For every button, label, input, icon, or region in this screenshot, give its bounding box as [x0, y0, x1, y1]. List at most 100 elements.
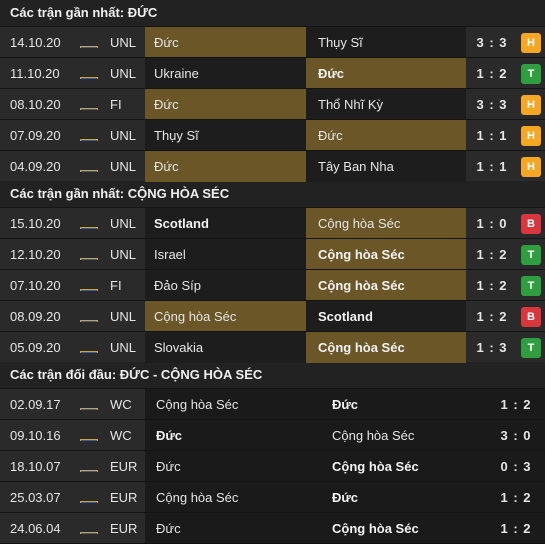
section-title: Các trận gần nhất: CỘNG HÒA SÉC: [0, 181, 545, 207]
away-team[interactable]: Cộng hòa Séc: [306, 239, 466, 270]
result-badge: H: [521, 95, 541, 115]
match-row[interactable]: 07.09.20 UNL Thụy Sĩ Đức 1 : 1H: [0, 119, 545, 151]
match-row[interactable]: 04.09.20 UNL Đức Tây Ban Nha 1 : 1H: [0, 150, 545, 182]
match-row[interactable]: 24.06.04 EUR Đức Cộng hòa Séc 1 : 2: [0, 512, 545, 543]
away-team[interactable]: Đức: [306, 120, 466, 151]
home-team[interactable]: Cộng hòa Séc: [145, 389, 306, 420]
match-score[interactable]: 3 : 0: [490, 420, 542, 451]
league-code[interactable]: UNL: [110, 58, 150, 89]
result-badge: B: [521, 214, 541, 234]
world-flag-icon: [80, 99, 98, 110]
league-code[interactable]: UNL: [110, 208, 150, 239]
match-score[interactable]: 0 : 3: [490, 451, 542, 482]
league-code[interactable]: FI: [110, 89, 150, 120]
away-team[interactable]: Thụy Sĩ: [306, 27, 466, 58]
match-date: 05.09.20: [10, 340, 61, 355]
world-flag-icon: [80, 280, 98, 291]
match-score[interactable]: 1 : 2: [466, 301, 518, 332]
away-team[interactable]: Scotland: [306, 301, 466, 332]
home-team[interactable]: Israel: [145, 239, 306, 270]
away-team[interactable]: Cộng hòa Séc: [322, 451, 482, 482]
away-team[interactable]: Cộng hòa Séc: [306, 208, 466, 239]
match-score[interactable]: 1 : 2: [490, 389, 542, 420]
away-team[interactable]: Đức: [322, 482, 482, 513]
match-row[interactable]: 14.10.20 UNL Đức Thụy Sĩ 3 : 3H: [0, 26, 545, 58]
match-score[interactable]: 1 : 2: [490, 513, 542, 544]
home-team[interactable]: Đức: [145, 420, 306, 451]
match-row[interactable]: 18.10.07 EUR Đức Cộng hòa Séc 0 : 3: [0, 450, 545, 481]
match-date: 15.10.20: [10, 216, 61, 231]
match-score[interactable]: 1 : 1: [466, 120, 518, 151]
away-team[interactable]: Tây Ban Nha: [306, 151, 466, 182]
result-badge: B: [521, 307, 541, 327]
world-flag-icon: [80, 218, 98, 229]
away-team[interactable]: Thổ Nhĩ Kỳ: [306, 89, 466, 120]
match-score[interactable]: 1 : 2: [466, 239, 518, 270]
match-date: 11.10.20: [10, 66, 60, 81]
home-team[interactable]: Đức: [145, 27, 306, 58]
league-code[interactable]: EUR: [110, 451, 150, 482]
home-team[interactable]: Cộng hòa Séc: [145, 482, 306, 513]
league-code[interactable]: EUR: [110, 513, 150, 544]
match-row[interactable]: 08.09.20 UNL Cộng hòa Séc Scotland 1 : 2B: [0, 300, 545, 332]
match-row[interactable]: 05.09.20 UNL Slovakia Cộng hòa Séc 1 : 3T: [0, 331, 545, 363]
league-code[interactable]: UNL: [110, 332, 150, 363]
away-team[interactable]: Cộng hòa Séc: [322, 513, 482, 544]
away-team[interactable]: Cộng hòa Séc: [306, 270, 466, 301]
match-row[interactable]: 12.10.20 UNL Israel Cộng hòa Séc 1 : 2T: [0, 238, 545, 270]
home-team[interactable]: Đảo Síp: [145, 270, 306, 301]
home-team[interactable]: Đức: [145, 513, 306, 544]
league-code[interactable]: UNL: [110, 301, 150, 332]
world-flag-icon: [80, 523, 98, 534]
match-date: 08.10.20: [10, 97, 61, 112]
match-score[interactable]: 1 : 2: [490, 482, 542, 513]
home-team[interactable]: Scotland: [145, 208, 306, 239]
league-code[interactable]: UNL: [110, 27, 150, 58]
away-team[interactable]: Cộng hòa Séc: [306, 332, 466, 363]
match-row[interactable]: 11.10.20 UNL Ukraine Đức 1 : 2T: [0, 57, 545, 89]
world-flag-icon: [80, 68, 98, 79]
league-code[interactable]: UNL: [110, 239, 150, 270]
home-team[interactable]: Ukraine: [145, 58, 306, 89]
league-code[interactable]: EUR: [110, 482, 150, 513]
home-team[interactable]: Thụy Sĩ: [145, 120, 306, 151]
match-row[interactable]: 25.03.07 EUR Cộng hòa Séc Đức 1 : 2: [0, 481, 545, 512]
match-row[interactable]: 07.10.20 FI Đảo Síp Cộng hòa Séc 1 : 2T: [0, 269, 545, 301]
league-code[interactable]: WC: [110, 389, 150, 420]
match-score[interactable]: 1 : 0: [466, 208, 518, 239]
match-history-panel: Các trận gần nhất: ĐỨC 14.10.20 UNL Đức Thụy…: [0, 0, 545, 543]
match-row[interactable]: 09.10.16 WC Đức Cộng hòa Séc 3 : 0: [0, 419, 545, 450]
league-code[interactable]: WC: [110, 420, 150, 451]
away-team[interactable]: Đức: [306, 58, 466, 89]
home-team[interactable]: Đức: [145, 89, 306, 120]
match-date: 09.10.16: [10, 428, 61, 443]
world-flag-icon: [80, 161, 98, 172]
league-code[interactable]: UNL: [110, 151, 150, 182]
home-team[interactable]: Đức: [145, 451, 306, 482]
match-score[interactable]: 1 : 2: [466, 270, 518, 301]
match-date: 07.10.20: [10, 278, 61, 293]
world-flag-icon: [80, 311, 98, 322]
home-team[interactable]: Cộng hòa Séc: [145, 301, 306, 332]
match-date: 08.09.20: [10, 309, 61, 324]
away-team[interactable]: Cộng hòa Séc: [322, 420, 482, 451]
away-team[interactable]: Đức: [322, 389, 482, 420]
match-date: 02.09.17: [10, 397, 61, 412]
match-score[interactable]: 1 : 1: [466, 151, 518, 182]
match-row[interactable]: 08.10.20 FI Đức Thổ Nhĩ Kỳ 3 : 3H: [0, 88, 545, 120]
world-flag-icon: [80, 430, 98, 441]
match-score[interactable]: 3 : 3: [466, 89, 518, 120]
world-flag-icon: [80, 492, 98, 503]
league-code[interactable]: UNL: [110, 120, 150, 151]
home-team[interactable]: Đức: [145, 151, 306, 182]
match-score[interactable]: 1 : 2: [466, 58, 518, 89]
match-date: 04.09.20: [10, 159, 61, 174]
match-row[interactable]: 15.10.20 UNL Scotland Cộng hòa Séc 1 : 0B: [0, 207, 545, 239]
league-code[interactable]: FI: [110, 270, 150, 301]
match-row[interactable]: 02.09.17 WC Cộng hòa Séc Đức 1 : 2: [0, 388, 545, 419]
home-team[interactable]: Slovakia: [145, 332, 306, 363]
match-date: 18.10.07: [10, 459, 61, 474]
world-flag-icon: [80, 342, 98, 353]
match-score[interactable]: 1 : 3: [466, 332, 518, 363]
match-score[interactable]: 3 : 3: [466, 27, 518, 58]
